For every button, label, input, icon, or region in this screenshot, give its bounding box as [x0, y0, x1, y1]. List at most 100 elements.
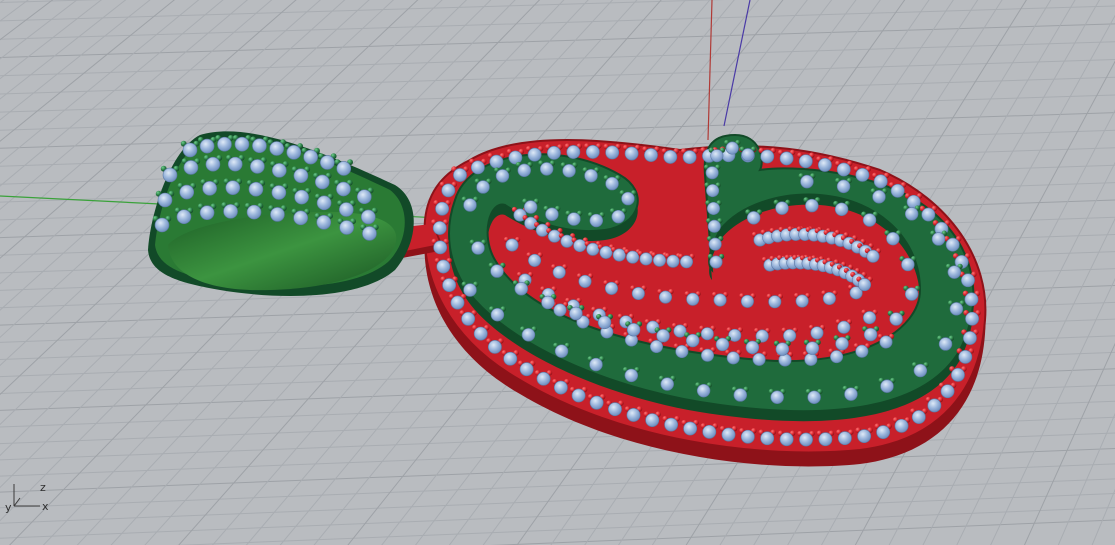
stone [682, 150, 697, 165]
stone [799, 432, 813, 447]
stone [673, 324, 687, 338]
stone [876, 425, 891, 440]
stone [666, 254, 680, 268]
stone [554, 344, 569, 358]
stone [745, 340, 760, 355]
stone [612, 248, 626, 262]
stone [836, 162, 851, 177]
y-axis-line [707, 0, 713, 141]
stone [519, 362, 534, 377]
stone [246, 204, 262, 220]
stone [293, 210, 308, 226]
stone [760, 431, 775, 446]
stone [804, 352, 818, 366]
stone [752, 352, 766, 366]
stone [708, 237, 722, 251]
grid-line [0, 59, 1115, 95]
grid-line [0, 76, 1115, 113]
stone [631, 287, 645, 301]
stone [862, 213, 877, 227]
grid-line [0, 0, 103, 3]
stone [584, 168, 598, 183]
stone [889, 312, 903, 326]
stone [463, 198, 477, 212]
stone [248, 181, 264, 197]
stone [503, 351, 518, 366]
stone [822, 292, 836, 306]
stone [795, 294, 809, 308]
stone [154, 217, 170, 233]
stone [202, 181, 217, 196]
stone [432, 221, 447, 235]
stone [862, 311, 876, 325]
stone [205, 156, 221, 172]
stone [649, 340, 663, 354]
stone [810, 326, 824, 340]
stone [514, 282, 528, 296]
stone [644, 148, 658, 162]
stone [360, 209, 376, 225]
stone [508, 150, 523, 165]
stone [339, 220, 354, 235]
stone [314, 174, 330, 190]
stone [725, 141, 739, 155]
stone [964, 292, 979, 307]
stone [294, 189, 309, 205]
stone [830, 350, 844, 364]
stone [562, 164, 576, 178]
stone [855, 344, 869, 358]
stone [176, 209, 192, 225]
stone [726, 351, 740, 365]
grid-line [0, 0, 726, 22]
grid-line [0, 432, 1115, 477]
stone [911, 410, 926, 424]
stone [316, 195, 332, 211]
stone [336, 181, 351, 197]
stone [675, 345, 689, 359]
pendant-model[interactable] [148, 131, 987, 467]
stone [489, 154, 504, 169]
grid-line [175, 506, 1115, 545]
stone [740, 294, 754, 308]
stone [605, 145, 620, 160]
stone [685, 333, 700, 348]
stone [805, 341, 820, 355]
stone [471, 241, 485, 255]
stone [904, 207, 919, 221]
grid-line [490, 519, 1115, 545]
rhino-perspective-viewport[interactable]: y z x [0, 0, 1115, 545]
widget-x-label: x [42, 500, 49, 513]
stone [775, 201, 789, 215]
stone [817, 158, 832, 172]
stone [225, 180, 241, 195]
stone [541, 295, 555, 310]
stone [567, 212, 581, 226]
stone [836, 179, 851, 194]
stone [913, 363, 928, 378]
stone [798, 154, 813, 169]
stone [473, 326, 488, 341]
stone [965, 311, 979, 326]
stone [696, 383, 711, 398]
grid-line [1091, 488, 1115, 545]
stone [476, 180, 490, 194]
stone [951, 367, 965, 382]
stone [357, 189, 372, 205]
stone [578, 274, 592, 288]
stone [223, 204, 238, 219]
stone [597, 315, 612, 330]
stone [270, 207, 285, 222]
stone [234, 136, 250, 152]
widget-z-label: z [40, 481, 46, 494]
stone [199, 205, 215, 220]
stone [528, 253, 542, 267]
stone [958, 349, 973, 364]
stone [857, 429, 872, 444]
stone [901, 257, 915, 272]
stone [837, 320, 851, 334]
stone [179, 184, 195, 200]
stone [702, 424, 717, 439]
grid-line [0, 5, 1115, 40]
viewport-canvas[interactable] [0, 0, 1115, 545]
stone [269, 141, 284, 156]
